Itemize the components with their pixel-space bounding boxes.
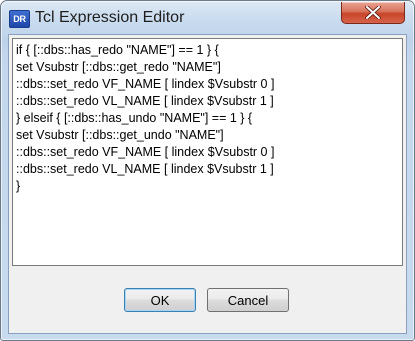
expression-editor[interactable]: if { [::dbs::has_redo "NAME"] == 1 } { s… [12, 38, 403, 266]
app-icon: DR [9, 10, 30, 28]
close-button[interactable] [341, 2, 405, 24]
cancel-button[interactable]: Cancel [207, 288, 289, 312]
title-bar[interactable]: DR Tcl Expression Editor [1, 1, 414, 34]
code-line: ::dbs::set_redo VL_NAME [ lindex $Vsubst… [16, 162, 274, 176]
code-line: set Vsubstr [::dbs::get_undo "NAME"] [16, 128, 224, 142]
dialog-body: if { [::dbs::has_redo "NAME"] == 1 } { s… [8, 34, 407, 334]
code-line: if { [::dbs::has_redo "NAME"] == 1 } { [16, 43, 219, 57]
close-icon [365, 6, 381, 19]
code-line: ::dbs::set_redo VF_NAME [ lindex $Vsubst… [16, 77, 275, 91]
code-line: set Vsubstr [::dbs::get_redo "NAME"] [16, 60, 221, 74]
code-line: } [16, 179, 21, 193]
code-line: ::dbs::set_redo VF_NAME [ lindex $Vsubst… [16, 145, 275, 159]
ok-button[interactable]: OK [124, 288, 196, 312]
code-line: } elseif { [::dbs::has_undo "NAME"] == 1… [16, 111, 253, 125]
window-title: Tcl Expression Editor [35, 9, 185, 26]
code-line: ::dbs::set_redo VL_NAME [ lindex $Vsubst… [16, 94, 274, 108]
dialog-window: DR Tcl Expression Editor if { [::dbs::ha… [0, 0, 415, 341]
